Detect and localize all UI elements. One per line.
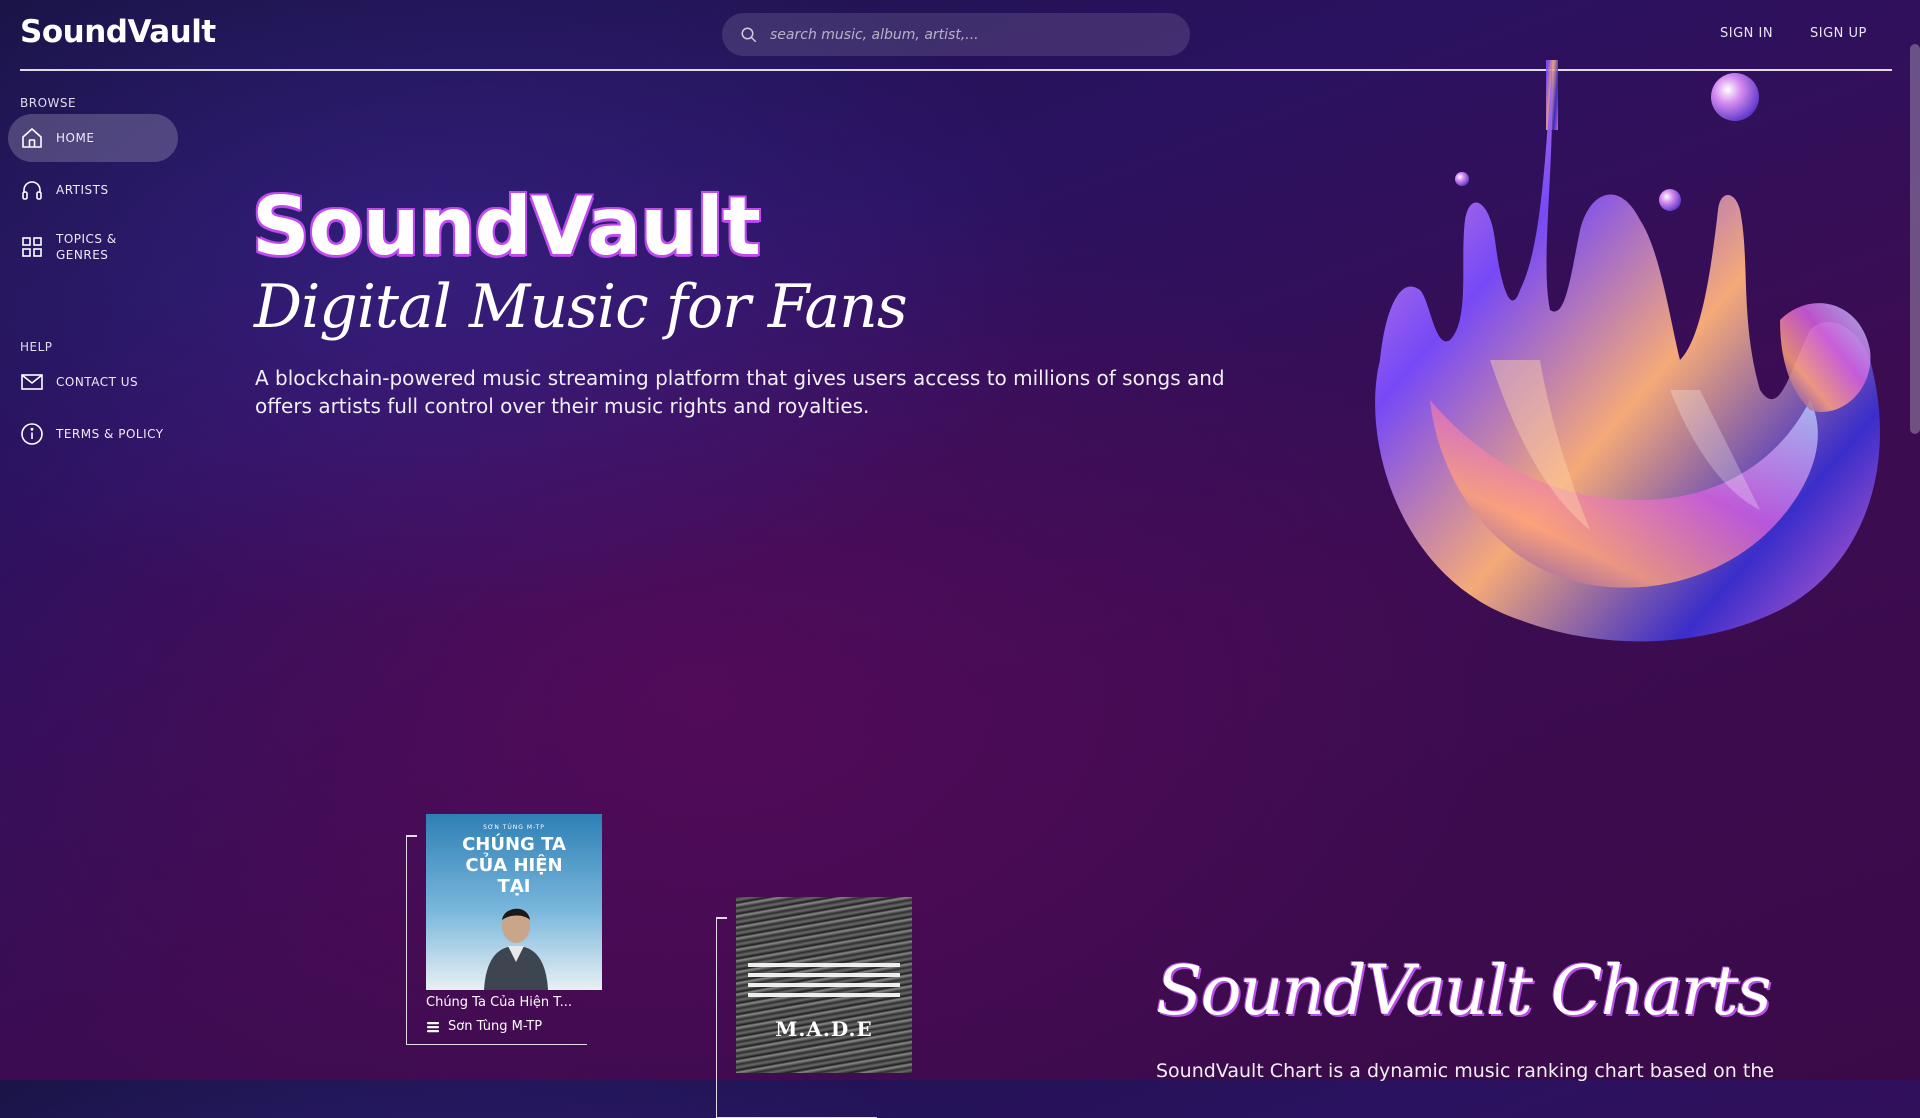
hero-title: SoundVault [252, 180, 761, 273]
sidebar-item-home[interactable]: HOME [8, 114, 178, 162]
help-section-label: HELP [20, 340, 53, 354]
album-title[interactable]: Chúng Ta Của Hiện T... [426, 995, 572, 1010]
hero-description: A blockchain-powered music streaming pla… [255, 366, 1225, 418]
cover-stripe [748, 973, 900, 977]
cover-stripe [748, 993, 900, 997]
album-cover-title-text: CHÚNG TA CỦA HIỆN TẠI [462, 834, 566, 897]
sidebar-item-label: TOPICS & GENRES [56, 232, 117, 262]
album-cover-portrait [484, 908, 548, 990]
search-icon [741, 27, 757, 42]
info-icon [21, 423, 43, 445]
sidebar-item-label: TERMS & POLICY [56, 427, 164, 441]
sidebar-item-label: CONTACT US [56, 375, 139, 389]
sidebar-item-topics-genres[interactable]: TOPICS & GENRES [8, 230, 178, 264]
album-cover[interactable]: M.A.D.E [736, 897, 912, 1073]
home-icon [22, 128, 42, 148]
album-cover-artist-text: SƠN TÙNG M-TP [483, 824, 545, 831]
charts-section-description: SoundVault Chart is a dynamic music rank… [1156, 1060, 1775, 1082]
search-bar[interactable] [722, 13, 1190, 56]
sidebar-item-label: HOME [56, 131, 95, 145]
album-cover-title-text: M.A.D.E [775, 1017, 873, 1041]
search-input[interactable] [768, 25, 1172, 44]
artist-icon [427, 1021, 439, 1032]
hero-subtitle: Digital Music for Fans [254, 272, 908, 342]
sidebar-item-artists[interactable]: ARTISTS [8, 176, 178, 204]
charts-section-title: SoundVault Charts [1156, 952, 1772, 1031]
page-scrollbar[interactable] [1910, 44, 1920, 434]
sign-in-link[interactable]: SIGN IN [1720, 26, 1773, 41]
sidebar-item-contact-us[interactable]: CONTACT US [8, 368, 178, 396]
browse-section-label: BROWSE [20, 96, 77, 110]
album-cover[interactable]: SƠN TÙNG M-TP CHÚNG TA CỦA HIỆN TẠI [426, 814, 602, 990]
sidebar-item-label: ARTISTS [56, 183, 109, 197]
album-artist[interactable]: Sơn Tùng M-TP [426, 1019, 542, 1034]
sidebar-item-terms-policy[interactable]: TERMS & POLICY [8, 420, 178, 448]
sign-up-link[interactable]: SIGN UP [1810, 26, 1867, 41]
mail-icon [21, 374, 43, 390]
liquid-splash-illustration [1375, 60, 1880, 642]
cover-stripe [748, 983, 900, 987]
grid-icon [22, 237, 42, 257]
cover-stripe [748, 963, 900, 967]
headphones-icon [22, 181, 42, 200]
app-logo[interactable]: SoundVault [20, 14, 216, 50]
album-artist-name: Sơn Tùng M-TP [448, 1019, 543, 1034]
